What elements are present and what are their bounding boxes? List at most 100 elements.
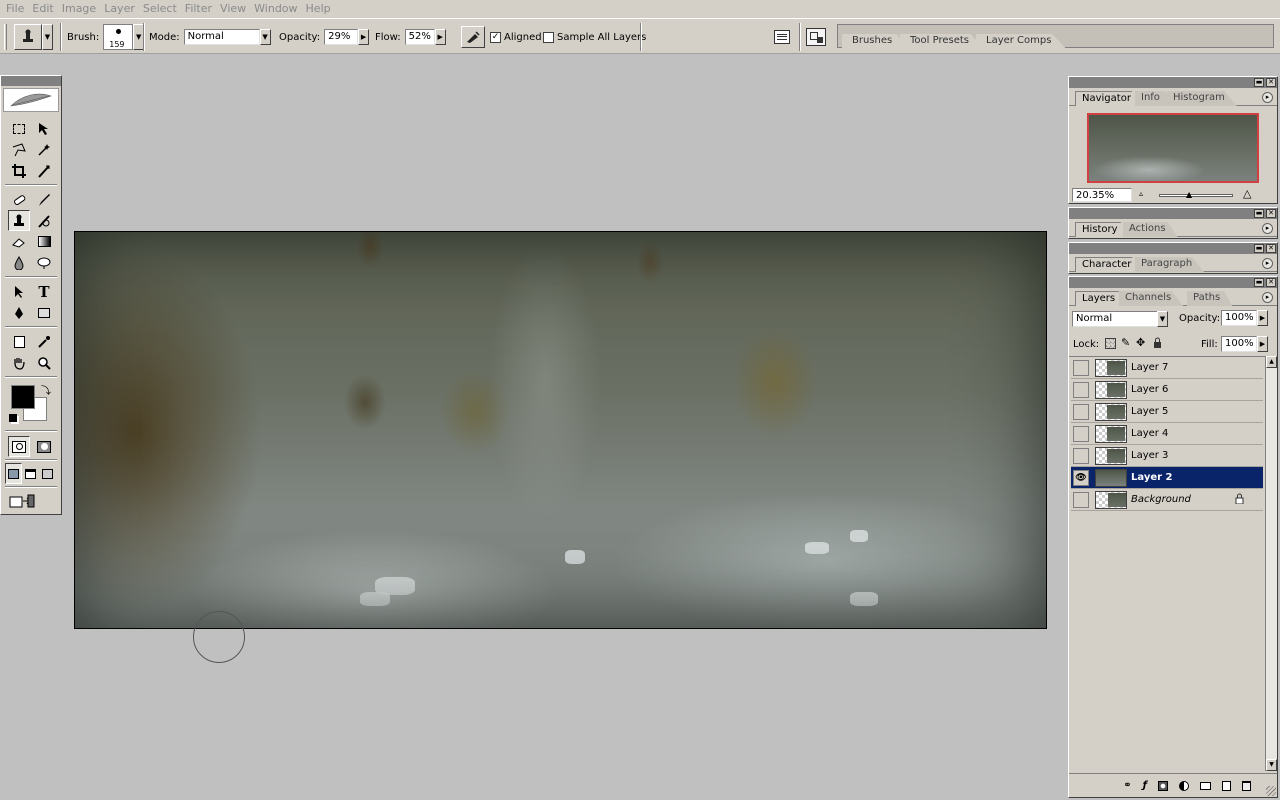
layer-row-layer-4[interactable]: Layer 4 <box>1071 423 1263 445</box>
path-selection-tool-icon[interactable] <box>8 281 30 302</box>
menu-filter[interactable]: Filter <box>183 0 218 18</box>
aligned-checkbox[interactable]: ✓ <box>490 31 501 43</box>
mode-dropdown-icon[interactable]: ▼ <box>259 29 271 45</box>
clone-stamp-tool-icon[interactable] <box>8 210 30 231</box>
minimize-icon[interactable]: ▬ <box>1254 244 1264 253</box>
flow-slider-arrow-icon[interactable]: ▶ <box>434 29 446 45</box>
airbrush-icon[interactable] <box>461 26 485 48</box>
mode-select[interactable]: Normal <box>183 29 260 45</box>
close-icon[interactable]: ✕ <box>1266 278 1276 287</box>
well-tab-brushes[interactable]: Brushes <box>842 34 907 48</box>
blur-tool-icon[interactable] <box>8 252 30 273</box>
zoom-tool-icon[interactable] <box>33 352 55 373</box>
blend-mode-select[interactable]: Normal <box>1072 311 1158 327</box>
tab-info[interactable]: Info <box>1135 91 1172 106</box>
standard-screen-mode-icon[interactable] <box>5 463 22 484</box>
adjustment-layer-icon[interactable] <box>1179 780 1189 791</box>
minimize-icon[interactable]: ▬ <box>1254 78 1264 87</box>
scroll-down-icon[interactable]: ▼ <box>1266 759 1277 771</box>
tab-history[interactable]: History <box>1075 222 1131 237</box>
zoom-in-icon[interactable]: △ <box>1243 187 1251 200</box>
panel-menu-icon[interactable]: ▸ <box>1262 292 1273 303</box>
resize-grip-icon[interactable] <box>1266 786 1276 796</box>
layers-title-bar[interactable]: ▬ ✕ <box>1069 277 1277 288</box>
panel-menu-icon[interactable]: ▸ <box>1262 223 1273 234</box>
eraser-tool-icon[interactable] <box>8 231 30 252</box>
lock-position-icon[interactable]: ✥ <box>1136 336 1145 349</box>
visibility-toggle[interactable] <box>1073 381 1089 398</box>
layer-row-layer-3[interactable]: Layer 3 <box>1071 445 1263 467</box>
dodge-tool-icon[interactable] <box>33 252 55 273</box>
file-browser-icon[interactable] <box>774 30 790 44</box>
brush-tool-icon[interactable] <box>33 189 55 210</box>
menu-image[interactable]: Image <box>60 0 102 18</box>
zoom-slider[interactable]: ▲ <box>1159 190 1233 199</box>
layers-scrollbar[interactable]: ▲ ▼ <box>1265 356 1277 771</box>
link-layers-icon[interactable]: ⚭ <box>1123 780 1131 791</box>
layer-opacity-arrow-icon[interactable]: ▶ <box>1257 310 1268 326</box>
default-colors-icon[interactable] <box>9 414 17 422</box>
navigator-thumbnail[interactable] <box>1087 113 1259 183</box>
menu-layer[interactable]: Layer <box>102 0 141 18</box>
menu-file[interactable]: File <box>4 0 30 18</box>
zoom-out-icon[interactable]: ▵ <box>1139 189 1143 198</box>
menu-select[interactable]: Select <box>141 0 183 18</box>
brush-preview[interactable]: 159 <box>103 24 134 50</box>
history-brush-tool-icon[interactable] <box>33 210 55 231</box>
zoom-input[interactable]: 20.35% <box>1072 188 1132 202</box>
close-icon[interactable]: ✕ <box>1266 244 1276 253</box>
zoom-slider-thumb[interactable]: ▲ <box>1186 190 1192 199</box>
palette-toggle-icon[interactable] <box>806 28 826 46</box>
scroll-up-icon[interactable]: ▲ <box>1266 356 1277 368</box>
layer-opacity-input[interactable]: 100% <box>1221 310 1257 326</box>
add-mask-icon[interactable] <box>1158 780 1168 791</box>
tab-navigator[interactable]: Navigator <box>1075 91 1144 106</box>
crop-tool-icon[interactable] <box>8 160 30 181</box>
pen-tool-icon[interactable] <box>8 302 30 323</box>
fill-arrow-icon[interactable]: ▶ <box>1257 336 1268 352</box>
tab-paths[interactable]: Paths <box>1187 291 1233 306</box>
layer-row-background[interactable]: Background <box>1071 489 1263 511</box>
opacity-slider-arrow-icon[interactable]: ▶ <box>358 29 370 45</box>
tab-paragraph[interactable]: Paragraph <box>1135 257 1205 272</box>
menu-help[interactable]: Help <box>304 0 337 18</box>
rectangle-tool-icon[interactable] <box>33 302 55 323</box>
lock-all-icon[interactable] <box>1153 337 1162 348</box>
magic-wand-tool-icon[interactable] <box>33 139 55 160</box>
menu-edit[interactable]: Edit <box>30 0 59 18</box>
standard-mode-icon[interactable] <box>8 436 30 457</box>
tab-channels[interactable]: Channels <box>1119 291 1184 306</box>
layer-style-icon[interactable]: ƒ <box>1143 780 1147 791</box>
slice-tool-icon[interactable] <box>33 160 55 181</box>
jump-to-imageready-icon[interactable] <box>8 490 36 511</box>
tab-actions[interactable]: Actions <box>1123 222 1178 237</box>
menu-view[interactable]: View <box>218 0 252 18</box>
panel-menu-icon[interactable]: ▸ <box>1262 258 1273 269</box>
layer-row-layer-2[interactable]: 👁 Layer 2 <box>1071 467 1263 489</box>
trash-icon[interactable] <box>1242 780 1251 791</box>
character-title-bar[interactable]: ▬ ✕ <box>1069 243 1277 254</box>
swap-colors-icon[interactable]: ⤵ <box>41 382 51 397</box>
opacity-input[interactable]: 29% <box>324 29 359 45</box>
blend-mode-dropdown-icon[interactable]: ▼ <box>1157 311 1168 327</box>
new-layer-icon[interactable] <box>1222 780 1231 791</box>
new-group-icon[interactable] <box>1200 781 1211 790</box>
lasso-tool-icon[interactable] <box>8 139 30 160</box>
tab-character[interactable]: Character <box>1075 257 1145 272</box>
visibility-toggle[interactable] <box>1073 491 1089 508</box>
marquee-tool-icon[interactable] <box>8 118 30 139</box>
notes-tool-icon[interactable] <box>8 331 30 352</box>
history-title-bar[interactable]: ▬ ✕ <box>1069 208 1277 219</box>
visibility-toggle[interactable] <box>1073 425 1089 442</box>
eyedropper-tool-icon[interactable] <box>33 331 55 352</box>
quick-mask-mode-icon[interactable] <box>33 436 55 457</box>
gradient-tool-icon[interactable] <box>33 231 55 252</box>
toolbox-title-bar[interactable] <box>1 76 61 86</box>
tool-preset-arrow-icon[interactable]: ▼ <box>42 24 53 50</box>
layer-row-layer-5[interactable]: Layer 5 <box>1071 401 1263 423</box>
tool-preset-picker[interactable]: ▼ <box>14 19 53 55</box>
panel-menu-icon[interactable]: ▸ <box>1262 92 1273 103</box>
move-tool-icon[interactable] <box>33 118 55 139</box>
full-screen-mode-icon[interactable] <box>39 463 56 484</box>
hand-tool-icon[interactable] <box>8 352 30 373</box>
